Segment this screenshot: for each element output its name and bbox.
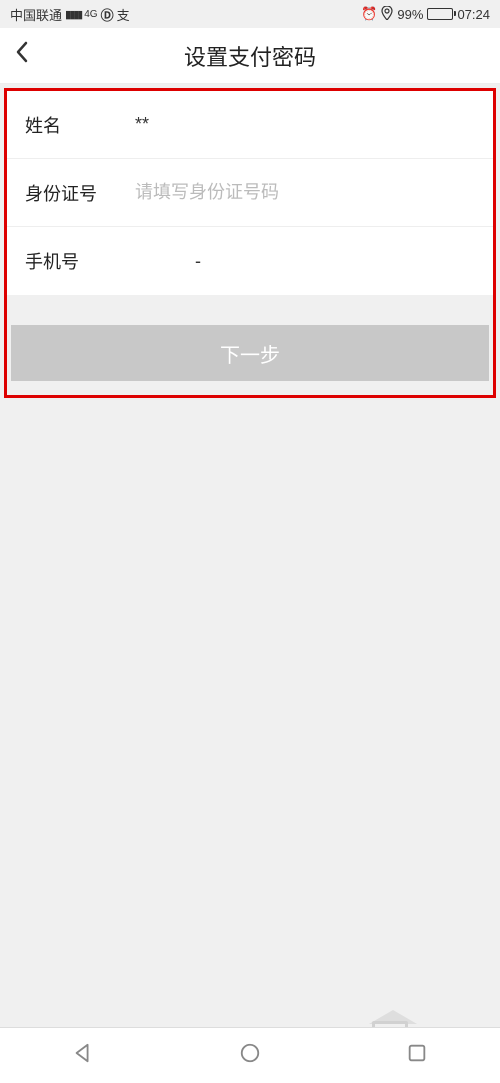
battery-pct: 99%	[397, 7, 423, 22]
idcard-row: 身份证号	[7, 159, 493, 227]
highlight-annotation: 姓名 身份证号 手机号 下一步	[4, 88, 496, 398]
idcard-label: 身份证号	[25, 180, 135, 206]
alarm-icon: ⏰	[361, 6, 377, 22]
battery-icon	[427, 8, 453, 20]
nav-back-icon[interactable]	[72, 1042, 94, 1069]
nav-recent-icon[interactable]	[406, 1042, 428, 1069]
status-left: 中国联通 ▮▮▮▮ 4G Ⓓ 支	[10, 5, 130, 24]
page-header: 设置支付密码	[0, 28, 500, 84]
android-nav-bar	[0, 1027, 500, 1083]
alipay-icon: 支	[117, 5, 130, 24]
next-button[interactable]: 下一步	[11, 325, 489, 381]
nav-home-icon[interactable]	[239, 1042, 261, 1069]
didi-icon: Ⓓ	[101, 5, 114, 24]
name-label: 姓名	[25, 112, 135, 138]
carrier-text: 中国联通	[10, 5, 62, 24]
back-button[interactable]	[14, 40, 30, 71]
form-spacer	[7, 295, 493, 325]
phone-label: 手机号	[25, 248, 135, 274]
phone-row: 手机号	[7, 227, 493, 295]
page-title: 设置支付密码	[0, 40, 500, 72]
location-icon	[381, 6, 393, 23]
name-input[interactable]	[135, 114, 475, 135]
status-right: ⏰ 99% 07:24	[361, 6, 490, 23]
status-bar: 中国联通 ▮▮▮▮ 4G Ⓓ 支 ⏰ 99% 07:24	[0, 0, 500, 28]
phone-input[interactable]	[135, 251, 475, 272]
name-row: 姓名	[7, 91, 493, 159]
clock-time: 07:24	[457, 7, 490, 22]
signal-icon: ▮▮▮▮	[65, 8, 81, 21]
network-text: 4G	[84, 9, 97, 20]
idcard-input[interactable]	[135, 182, 475, 203]
